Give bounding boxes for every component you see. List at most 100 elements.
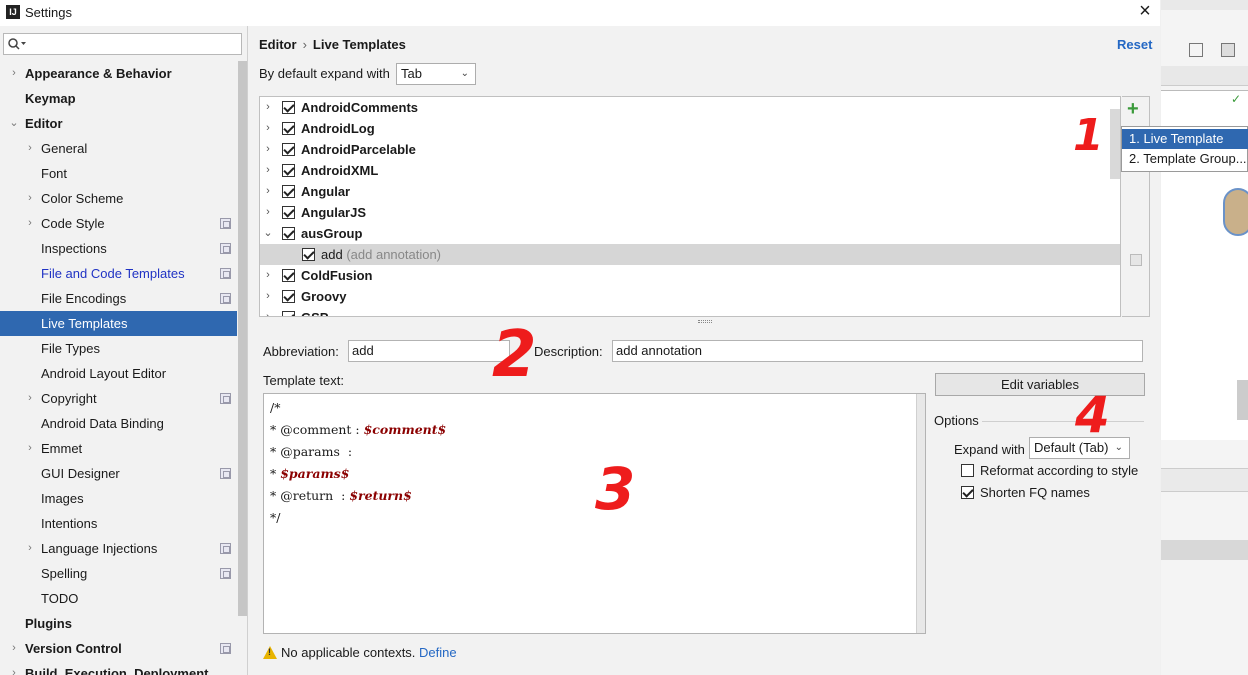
shorten-fq-checkbox[interactable]: Shorten FQ names [961,484,1090,500]
template-group-androidxml[interactable]: › AndroidXML [260,160,1120,181]
sidebar-item-spelling[interactable]: Spelling [0,561,237,586]
chevron-right-icon[interactable]: › [262,286,274,307]
chevron-right-icon[interactable]: › [24,186,36,211]
sidebar-item-images[interactable]: Images [0,486,237,511]
chevron-right-icon[interactable]: › [262,160,274,181]
search-input[interactable] [3,33,242,55]
chevron-right-icon[interactable]: › [262,97,274,118]
splitter-handle[interactable] [698,320,712,323]
sidebar-item-inspections[interactable]: Inspections [0,236,237,261]
sidebar-item-todo[interactable]: TODO [0,586,237,611]
template-checkbox[interactable] [302,248,315,261]
template-checkbox[interactable] [282,206,295,219]
chevron-right-icon[interactable]: › [262,265,274,286]
breadcrumb: Editor › Live Templates [259,37,406,52]
template-group-androidcomments[interactable]: › AndroidComments [260,97,1120,118]
menu-item-template-group[interactable]: 2. Template Group... [1122,149,1248,169]
sidebar-item-plugins[interactable]: Plugins [0,611,237,636]
chevron-right-icon[interactable]: › [8,636,20,661]
chevron-right-icon[interactable]: › [24,536,36,561]
template-checkbox[interactable] [282,311,295,316]
template-checkbox[interactable] [282,122,295,135]
sidebar-item-intentions[interactable]: Intentions [0,511,237,536]
sidebar-item-file-types[interactable]: File Types [0,336,237,361]
template-group-angularjs[interactable]: › AngularJS [260,202,1120,223]
description-field[interactable]: add annotation [612,340,1143,362]
template-checkbox[interactable] [282,290,295,303]
template-group-coldfusion[interactable]: › ColdFusion [260,265,1120,286]
sidebar-item-language-injections[interactable]: › Language Injections [0,536,237,561]
chevron-right-icon[interactable]: › [262,118,274,139]
sidebar-item-version-control[interactable]: › Version Control [0,636,237,661]
sidebar-item-font[interactable]: Font [0,161,237,186]
sidebar-item-file-encodings[interactable]: File Encodings [0,286,237,311]
live-templates-panel: Editor › Live Templates Reset By default e… [249,26,1160,675]
template-label: AndroidParcelable [301,139,416,160]
reset-button[interactable]: Reset [1117,37,1152,52]
chevron-right-icon[interactable]: › [24,211,36,236]
template-group-androidparcelable[interactable]: › AndroidParcelable [260,139,1120,160]
template-checkbox[interactable] [282,143,295,156]
template-group-androidlog[interactable]: › AndroidLog [260,118,1120,139]
sidebar-item-general[interactable]: › General [0,136,237,161]
template-group-groovy[interactable]: › Groovy [260,286,1120,307]
sidebar-item-code-style[interactable]: › Code Style [0,211,237,236]
reformat-checkbox[interactable]: Reformat according to style [961,462,1138,478]
chevron-right-icon[interactable]: › [262,181,274,202]
template-tree-scrollbar[interactable] [1110,109,1120,179]
project-scope-icon [220,543,231,554]
sidebar-item-label: General [41,141,88,156]
template-checkbox[interactable] [282,269,295,282]
chevron-down-icon[interactable]: ⌄ [8,111,20,136]
sidebar-item-keymap[interactable]: Keymap [0,86,237,111]
shorten-fq-checkbox-box[interactable] [961,486,974,499]
close-icon[interactable]: × [1132,0,1158,24]
sidebar-item-file-and-code-templates[interactable]: File and Code Templates [0,261,237,286]
default-expand-select[interactable]: Tab ⌄ [396,63,476,85]
template-item-add[interactable]: add (add annotation) [260,244,1120,265]
sidebar-item-copyright[interactable]: › Copyright [0,386,237,411]
add-icon[interactable]: + [1127,98,1139,121]
chevron-right-icon[interactable]: › [262,139,274,160]
chevron-down-icon: ⌄ [1114,442,1123,453]
chevron-right-icon[interactable]: › [8,661,20,675]
sidebar-item-emmet[interactable]: › Emmet [0,436,237,461]
template-checkbox[interactable] [282,101,295,114]
editor-scrollbar[interactable] [916,394,925,633]
chevron-right-icon[interactable]: › [262,202,274,223]
chevron-right-icon[interactable]: › [8,61,20,86]
define-link[interactable]: Define [419,645,457,660]
template-checkbox[interactable] [282,227,295,240]
sidebar-item-appearance-behavior[interactable]: › Appearance & Behavior [0,61,237,86]
copy-icon[interactable] [1130,254,1142,266]
chevron-right-icon[interactable]: › [24,136,36,161]
template-text: */ [270,510,281,525]
sidebar-scrollbar[interactable] [238,61,247,616]
sidebar-item-android-layout-editor[interactable]: Android Layout Editor [0,361,237,386]
sidebar-item-editor[interactable]: ⌄ Editor [0,111,237,136]
template-group-ausgroup[interactable]: ⌄ ausGroup [260,223,1120,244]
edit-variables-button[interactable]: Edit variables [935,373,1145,396]
reformat-checkbox-box[interactable] [961,464,974,477]
abbreviation-field[interactable]: add [348,340,510,362]
sidebar-item-color-scheme[interactable]: › Color Scheme [0,186,237,211]
sidebar-item-label: Android Layout Editor [41,366,167,381]
chevron-right-icon[interactable]: › [24,436,36,461]
template-label: Groovy [301,286,347,307]
sidebar-item-android-data-binding[interactable]: Android Data Binding [0,411,237,436]
chevron-right-icon[interactable]: › [24,386,36,411]
template-group-gsp[interactable]: › GSP [260,307,1120,316]
chevron-down-icon[interactable]: ⌄ [262,223,274,244]
sidebar-item-label: Appearance & Behavior [25,66,172,81]
template-group-angular[interactable]: › Angular [260,181,1120,202]
breadcrumb-editor[interactable]: Editor [259,37,297,52]
menu-item-live-template[interactable]: 1. Live Template [1122,129,1248,149]
template-checkbox[interactable] [282,185,295,198]
sidebar-item-gui-designer[interactable]: GUI Designer [0,461,237,486]
template-checkbox[interactable] [282,164,295,177]
sidebar-item-live-templates[interactable]: Live Templates [0,311,237,336]
sidebar-item-build-execution-deployment[interactable]: › Build, Execution, Deployment [0,661,237,675]
chevron-right-icon[interactable]: › [262,307,274,316]
template-name: AndroidParcelable [301,142,416,157]
window-title: Settings [25,5,72,20]
